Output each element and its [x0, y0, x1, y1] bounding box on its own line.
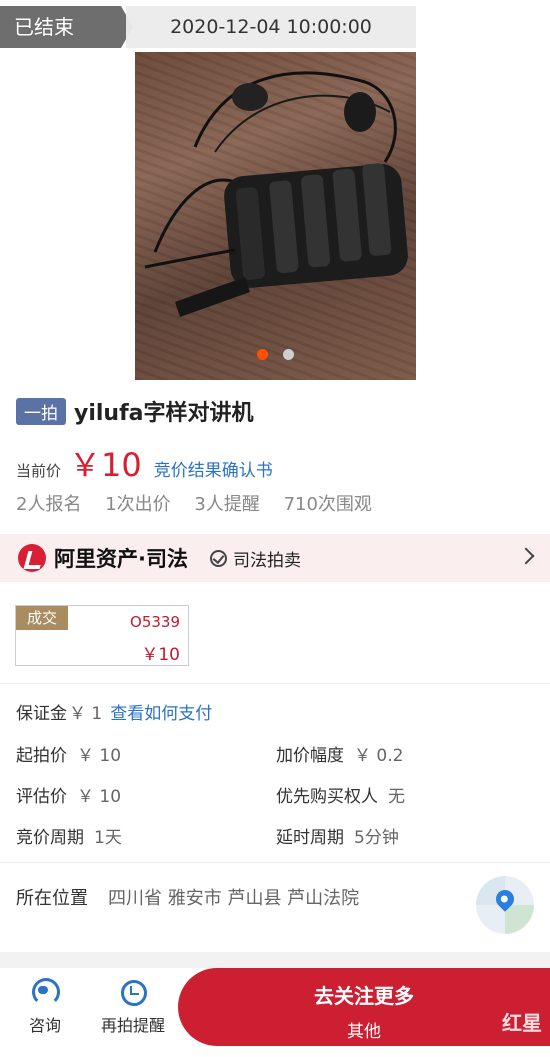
- product-title: yilufa字样对讲机: [74, 401, 254, 426]
- info-value: ￥ 10: [77, 746, 122, 766]
- gallery-dot-active[interactable]: [256, 349, 268, 360]
- judicial-auction-tag: 司法拍卖: [209, 546, 301, 571]
- result-confirmation-link[interactable]: 竞价结果确认书: [154, 456, 273, 481]
- bidder-code: O5339: [130, 613, 180, 631]
- gallery-dot[interactable]: [283, 349, 295, 360]
- follow-more-button[interactable]: 去关注更多 其他 红星: [178, 968, 550, 1046]
- deposit-row: 保证金 ￥ 1 查看如何支付: [16, 699, 212, 724]
- deposit-value: ￥ 1: [69, 704, 103, 724]
- deal-status-tag: 成交: [16, 606, 68, 630]
- deposit-label: 保证金: [16, 704, 67, 724]
- product-image[interactable]: [135, 52, 416, 380]
- stat-views: 710次围观: [283, 494, 372, 515]
- alarm-clock-icon: [117, 976, 149, 1006]
- stat-registered: 2人报名: [16, 494, 82, 515]
- watermark-logo: 红星: [502, 1011, 542, 1035]
- info-appraisal: 评估价 ￥ 10: [16, 782, 121, 807]
- stats-row: 2人报名 1次出价 3人提醒 710次围观: [16, 490, 390, 516]
- check-circle-icon: [209, 549, 227, 567]
- divider: [0, 862, 550, 863]
- auction-round-badge: 一拍: [16, 397, 66, 425]
- top-bar: 已结束 2020-12-04 10:00:00: [0, 0, 550, 52]
- consult-button[interactable]: 咨询: [22, 976, 68, 1036]
- location-row: 所在位置 四川省 雅安市 芦山县 芦山法院: [16, 884, 359, 910]
- deal-card[interactable]: 成交 O5339 ￥10: [15, 605, 189, 666]
- gallery-dots: [135, 345, 416, 364]
- current-price: ￥10: [69, 446, 142, 484]
- info-value: 无: [388, 787, 405, 807]
- info-label: 加价幅度: [276, 746, 344, 766]
- map-pin-icon[interactable]: [476, 876, 534, 934]
- remind-button[interactable]: 再拍提醒: [98, 976, 168, 1036]
- judicial-auction-label: 司法拍卖: [232, 550, 301, 571]
- consult-label: 咨询: [28, 1016, 61, 1035]
- info-value: ￥ 10: [77, 787, 122, 807]
- info-increment: 加价幅度 ￥ 0.2: [276, 741, 403, 766]
- info-extension-period: 延时周期 5分钟: [276, 823, 399, 848]
- location-label: 所在位置: [16, 888, 88, 909]
- info-bid-period: 竞价周期 1天: [16, 823, 122, 848]
- current-price-label: 当前价: [16, 462, 62, 480]
- chevron-right-icon[interactable]: [517, 547, 535, 565]
- info-label: 延时周期: [276, 828, 344, 848]
- info-value: 5分钟: [354, 828, 399, 848]
- banner-title: 阿里资产·司法: [54, 547, 188, 571]
- auction-detail-page: 已结束 2020-12-04 10:00:00 一拍 yilufa字样对讲机 当…: [0, 0, 550, 1057]
- info-label: 竞价周期: [16, 828, 84, 848]
- stat-bids: 1次出价: [105, 494, 171, 515]
- price-row: 当前价 ￥10 竞价结果确认书: [16, 440, 273, 486]
- end-datetime: 2020-12-04 10:00:00: [126, 6, 416, 48]
- info-label: 评估价: [16, 787, 67, 807]
- remind-label: 再拍提醒: [100, 1016, 165, 1035]
- divider: [0, 683, 550, 684]
- title-row: 一拍 yilufa字样对讲机: [16, 395, 254, 427]
- walkie-talkie-photo: [144, 71, 408, 317]
- deal-price: ￥10: [141, 645, 180, 665]
- info-value: ￥ 0.2: [354, 746, 404, 766]
- how-to-pay-link[interactable]: 查看如何支付: [110, 704, 212, 724]
- headset-icon: [29, 976, 61, 1006]
- info-label: 起拍价: [16, 746, 67, 766]
- bottom-action-bar: 咨询 再拍提醒 去关注更多 其他 红星: [0, 968, 550, 1057]
- info-label: 优先购买权人: [276, 787, 378, 807]
- section-gap: [0, 952, 550, 968]
- ali-judicial-banner[interactable]: 阿里资产·司法 司法拍卖: [0, 534, 550, 582]
- info-value: 1天: [94, 828, 122, 848]
- ali-logo-icon: [18, 544, 46, 572]
- stat-reminders: 3人提醒: [194, 494, 260, 515]
- info-priority-buyer: 优先购买权人无: [276, 782, 405, 807]
- follow-sub-label: 其他: [347, 1022, 381, 1042]
- location-value: 四川省 雅安市 芦山县 芦山法院: [108, 888, 360, 909]
- follow-main-label: 去关注更多: [314, 984, 414, 1008]
- info-starting-price: 起拍价 ￥ 10: [16, 741, 121, 766]
- status-tag: 已结束: [0, 6, 133, 48]
